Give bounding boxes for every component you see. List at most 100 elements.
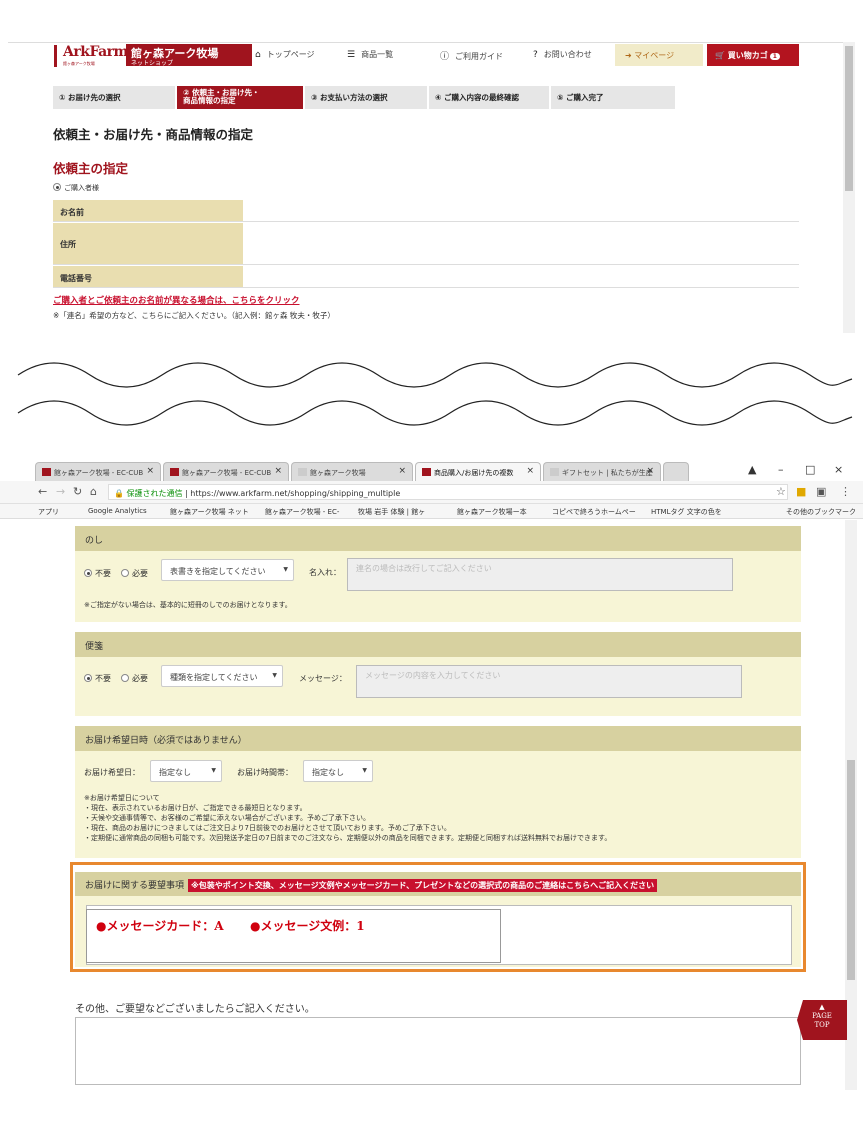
delivery-time-label: お届け時間帯： bbox=[237, 768, 293, 777]
cart-button[interactable]: 🛒 買い物カゴ 1 bbox=[707, 44, 799, 66]
list-icon: ☰ bbox=[347, 50, 356, 60]
tab-title: 館ヶ森アーク牧場 - EC-CUB bbox=[54, 469, 144, 477]
noshi-option-yes[interactable]: 必要 bbox=[121, 568, 148, 579]
bookmark[interactable]: コピペで終ろうホームペー bbox=[552, 507, 636, 517]
scrollbar-thumb[interactable] bbox=[847, 760, 855, 980]
nav-guide-label: ご利用ガイド bbox=[455, 52, 504, 61]
close-icon[interactable]: × bbox=[398, 466, 406, 476]
binsen-yes-label: 必要 bbox=[132, 674, 148, 683]
wave-separator bbox=[17, 362, 853, 426]
bookmark[interactable]: 館ヶ森アーク牧場 ネット bbox=[170, 507, 249, 517]
purchaser-radio-label: ご購入者様 bbox=[64, 184, 99, 192]
radio-button[interactable] bbox=[121, 674, 129, 682]
binsen-option-no[interactable]: 不要 bbox=[84, 673, 111, 684]
delivery-note: ・現在、表示されているお届け日が、ご指定できる最短日となります。 bbox=[84, 804, 307, 812]
table-row: 住所 bbox=[53, 223, 799, 265]
binsen-no-label: 不要 bbox=[95, 674, 111, 683]
delivery-title: お届け希望日時（必須ではありません） bbox=[75, 726, 801, 751]
close-window-icon[interactable]: × bbox=[834, 463, 843, 476]
back-icon[interactable]: ← bbox=[38, 485, 47, 498]
nav-home-label: トップページ bbox=[266, 50, 315, 59]
menu-icon[interactable]: ⋮ bbox=[840, 485, 851, 498]
page-top-button[interactable]: ▲ PAGE TOP bbox=[797, 1000, 847, 1040]
other-request-textarea[interactable] bbox=[75, 1017, 801, 1085]
nav-guide[interactable]: ⓘ ご利用ガイド bbox=[440, 49, 503, 62]
browser-tab[interactable]: 館ヶ森アーク牧場 - EC-CUB × bbox=[35, 462, 161, 481]
close-icon[interactable]: × bbox=[526, 466, 534, 476]
other-request-label: その他、ご要望などございましたらご記入ください。 bbox=[75, 1004, 315, 1015]
browser-tab[interactable]: 館ヶ森アーク牧場 - EC-CUB × bbox=[163, 462, 289, 481]
cart-count-badge: 1 bbox=[769, 53, 780, 60]
favicon-icon bbox=[42, 468, 51, 476]
noshi-name-textarea[interactable]: 連名の場合は改行してご記入ください bbox=[347, 558, 733, 591]
delivery-time-value: 指定なし bbox=[312, 768, 344, 777]
bookmark[interactable]: 牧場 岩手 体験 | 館ヶ bbox=[358, 507, 425, 517]
page-top-label: PAGE bbox=[812, 1012, 832, 1020]
nav-products[interactable]: ☰ 商品一覧 bbox=[347, 49, 393, 60]
bookmark-apps[interactable]: アプリ bbox=[38, 507, 59, 517]
reload-icon[interactable]: ↻ bbox=[73, 485, 82, 498]
binsen-option-yes[interactable]: 必要 bbox=[121, 673, 148, 684]
binsen-title: 便箋 bbox=[75, 632, 801, 657]
url-text: https://www.arkfarm.net/shopping/shippin… bbox=[190, 489, 401, 498]
minimize-icon[interactable]: – bbox=[778, 463, 784, 476]
binsen-message-textarea[interactable]: メッセージの内容を入力してください bbox=[356, 665, 742, 698]
bookmark[interactable]: 館ヶ森アーク牧場ー本 bbox=[457, 507, 527, 517]
profile-icon[interactable]: ▲ bbox=[748, 463, 756, 476]
browser-tab-active[interactable]: 商品購入/お届け先の複数 × bbox=[415, 462, 541, 481]
scrollbar[interactable] bbox=[843, 42, 855, 333]
arkfarm-logo[interactable]: ArkFarm 館ヶ森アーク牧場 bbox=[54, 44, 128, 67]
step-2-line2: 商品情報の指定 bbox=[183, 96, 236, 105]
bookmark[interactable]: HTMLタグ 文字の色を bbox=[651, 507, 722, 517]
browser-tab[interactable]: 館ヶ森アーク牧場 × bbox=[291, 462, 413, 481]
step-3: ③ お支払い方法の選択 bbox=[305, 86, 427, 109]
noshi-option-no[interactable]: 不要 bbox=[84, 568, 111, 579]
favicon-icon bbox=[170, 468, 179, 476]
chevron-down-icon: ▼ bbox=[283, 566, 288, 573]
browser-tab[interactable]: ギフトセット | 私たちが生産 × bbox=[543, 462, 661, 481]
delivery-time-select[interactable]: 指定なし ▼ bbox=[303, 760, 373, 782]
binsen-message-label: メッセージ： bbox=[299, 674, 347, 683]
bookmark-other[interactable]: その他のブックマーク bbox=[786, 507, 856, 517]
new-tab-button[interactable] bbox=[663, 462, 689, 481]
different-sender-link[interactable]: ご購入者とご依頼主のお名前が異なる場合は、こちらをクリック bbox=[53, 294, 300, 306]
nav-products-label: 商品一覧 bbox=[361, 50, 394, 59]
extension-icon[interactable]: ■ bbox=[796, 485, 806, 498]
bookmark[interactable]: 館ヶ森アーク牧場 - EC- bbox=[265, 507, 339, 517]
binsen-select[interactable]: 種類を指定してください ▼ bbox=[161, 665, 283, 687]
table-row: お名前 bbox=[53, 200, 799, 222]
noshi-select[interactable]: 表書きを指定してください ▼ bbox=[161, 559, 294, 581]
mypage-button[interactable]: ➜ マイページ bbox=[615, 44, 703, 66]
scrollbar-thumb[interactable] bbox=[845, 46, 853, 191]
radio-button[interactable] bbox=[121, 569, 129, 577]
close-icon[interactable]: × bbox=[146, 466, 154, 476]
info-icon: ⓘ bbox=[440, 52, 450, 62]
brand-subtitle: ネットショップ bbox=[131, 60, 174, 67]
close-icon[interactable]: × bbox=[646, 466, 654, 476]
home-icon[interactable]: ⌂ bbox=[90, 485, 97, 498]
url-field[interactable]: 🔒 保護された通信 | https://www.arkfarm.net/shop… bbox=[108, 484, 788, 500]
brand-banner[interactable]: 館ヶ森アーク牧場 ネットショップ bbox=[126, 44, 252, 67]
noshi-no-label: 不要 bbox=[95, 569, 111, 578]
arrow-up-icon: ▲ bbox=[819, 1003, 825, 1011]
noshi-yes-label: 必要 bbox=[132, 569, 148, 578]
nav-contact[interactable]: ? お問い合わせ bbox=[533, 49, 592, 60]
chevron-down-icon: ▼ bbox=[211, 767, 216, 774]
close-icon[interactable]: × bbox=[274, 466, 282, 476]
extension-icon[interactable]: ▣ bbox=[816, 485, 826, 498]
delivery-date-label: お届け希望日： bbox=[84, 768, 140, 777]
delivery-note: ・現在、商品のお届けにつきましてはご注文日より7日前後でのお届けとさせて頂いてお… bbox=[84, 824, 451, 832]
home-icon: ⌂ bbox=[255, 50, 261, 60]
radio-button[interactable] bbox=[84, 674, 92, 682]
bookmark[interactable]: Google Analytics bbox=[88, 507, 147, 515]
purchaser-radio[interactable]: ご購入者様 bbox=[53, 183, 99, 193]
cart-label: 買い物カゴ bbox=[727, 51, 768, 60]
radio-button[interactable] bbox=[84, 569, 92, 577]
delivery-date-select[interactable]: 指定なし ▼ bbox=[150, 760, 222, 782]
nav-home[interactable]: ⌂ トップページ bbox=[255, 49, 315, 60]
radio-button[interactable] bbox=[53, 183, 61, 191]
star-icon[interactable]: ☆ bbox=[776, 485, 786, 498]
maximize-icon[interactable]: □ bbox=[805, 463, 815, 476]
forward-icon[interactable]: → bbox=[56, 485, 65, 498]
address-bar: ← → ↻ ⌂ 🔒 保護された通信 | https://www.arkfarm.… bbox=[0, 481, 863, 504]
